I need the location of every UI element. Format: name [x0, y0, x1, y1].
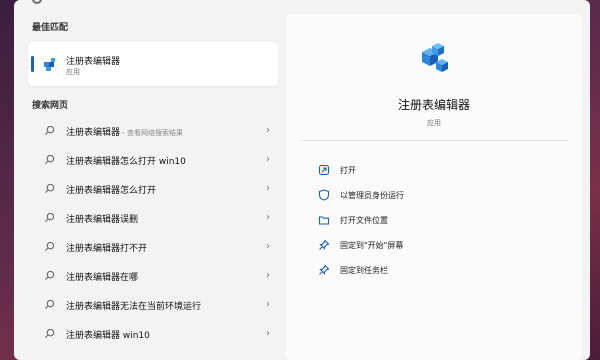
- web-result-text: 注册表编辑器误删: [66, 215, 139, 225]
- web-result-row[interactable]: 注册表编辑器误删 ›: [28, 206, 278, 230]
- open-icon: [318, 164, 330, 176]
- search-icon: [44, 125, 55, 136]
- action-label: 打开文件位置: [340, 216, 388, 225]
- action-label: 打开: [340, 166, 356, 175]
- pin-to-taskbar-action[interactable]: 固定到任务栏: [306, 260, 556, 282]
- chevron-right-icon: ›: [266, 241, 270, 252]
- web-result-text: 注册表编辑器打不开: [66, 244, 148, 254]
- web-result-row[interactable]: 注册表编辑器打不开 ›: [28, 235, 278, 259]
- chevron-right-icon: ›: [266, 212, 270, 223]
- web-result-row[interactable]: 注册表编辑器怎么打开 win10 ›: [28, 148, 278, 172]
- pin-to-start-action[interactable]: 固定到"开始"屏幕: [306, 235, 556, 257]
- chevron-right-icon: ›: [266, 154, 270, 165]
- chevron-right-icon: ›: [266, 299, 270, 310]
- open-action[interactable]: 打开: [306, 160, 556, 182]
- app-type: 应用: [427, 119, 441, 127]
- search-icon: [44, 241, 55, 252]
- web-result-text: 注册表编辑器 win10: [66, 331, 150, 341]
- web-result-text: 注册表编辑器怎么打开 win10: [66, 157, 186, 167]
- web-result-text: 注册表编辑器无法在当前环境运行: [66, 302, 202, 312]
- chevron-right-icon: ›: [266, 270, 270, 281]
- web-result-text: 注册表编辑器怎么打开: [66, 186, 157, 196]
- action-label: 固定到任务栏: [340, 266, 388, 275]
- pin-icon: [319, 239, 330, 250]
- search-icon: [44, 154, 55, 165]
- regedit-icon: [44, 58, 55, 71]
- best-match-name: 注册表编辑器: [66, 57, 121, 67]
- search-icon: [44, 183, 55, 194]
- web-result-row[interactable]: 注册表编辑器 win10 ›: [28, 322, 278, 346]
- best-match-item[interactable]: 注册表编辑器 应用: [28, 42, 278, 86]
- pin-icon: [319, 264, 330, 275]
- best-match-type: 应用: [66, 68, 80, 76]
- chevron-right-icon: ›: [266, 328, 270, 339]
- search-icon: [44, 270, 55, 281]
- details-pane: 注册表编辑器 应用 打开 以管理员身份运行 打开文件位置 固定到"开始"屏幕 固…: [286, 14, 582, 360]
- divider: [300, 140, 568, 141]
- web-search-heading: 搜索网页: [32, 101, 69, 111]
- shield-icon: [318, 189, 330, 201]
- chevron-right-icon: ›: [266, 125, 270, 136]
- folder-icon: [318, 216, 330, 225]
- web-result-row[interactable]: 注册表编辑器 - 查看网络搜索结果 ›: [28, 119, 278, 143]
- chevron-right-icon: ›: [266, 183, 270, 194]
- web-result-row[interactable]: 注册表编辑器在哪 ›: [28, 264, 278, 288]
- action-label: 固定到"开始"屏幕: [340, 241, 404, 250]
- best-match-heading: 最佳匹配: [32, 23, 69, 33]
- web-result-text: 注册表编辑器在哪: [66, 273, 139, 283]
- open-file-location-action[interactable]: 打开文件位置: [306, 210, 556, 232]
- run-as-admin-action[interactable]: 以管理员身份运行: [306, 185, 556, 207]
- web-result-text: 注册表编辑器 - 查看网络搜索结果: [66, 128, 183, 138]
- web-result-row[interactable]: 注册表编辑器无法在当前环境运行 ›: [28, 293, 278, 317]
- results-list: 最佳匹配 注册表编辑器 应用 搜索网页 注册表编辑器 - 查看网络搜索结果 › …: [14, 0, 284, 360]
- search-icon: [44, 299, 55, 310]
- regedit-icon: [422, 43, 448, 72]
- app-title: 注册表编辑器: [397, 98, 470, 112]
- start-search-panel: 最佳匹配 注册表编辑器 应用 搜索网页 注册表编辑器 - 查看网络搜索结果 › …: [14, 0, 590, 360]
- search-icon: [44, 212, 55, 223]
- action-label: 以管理员身份运行: [340, 191, 404, 200]
- search-icon: [44, 328, 55, 339]
- web-result-row[interactable]: 注册表编辑器怎么打开 ›: [28, 177, 278, 201]
- selection-indicator: [31, 56, 34, 72]
